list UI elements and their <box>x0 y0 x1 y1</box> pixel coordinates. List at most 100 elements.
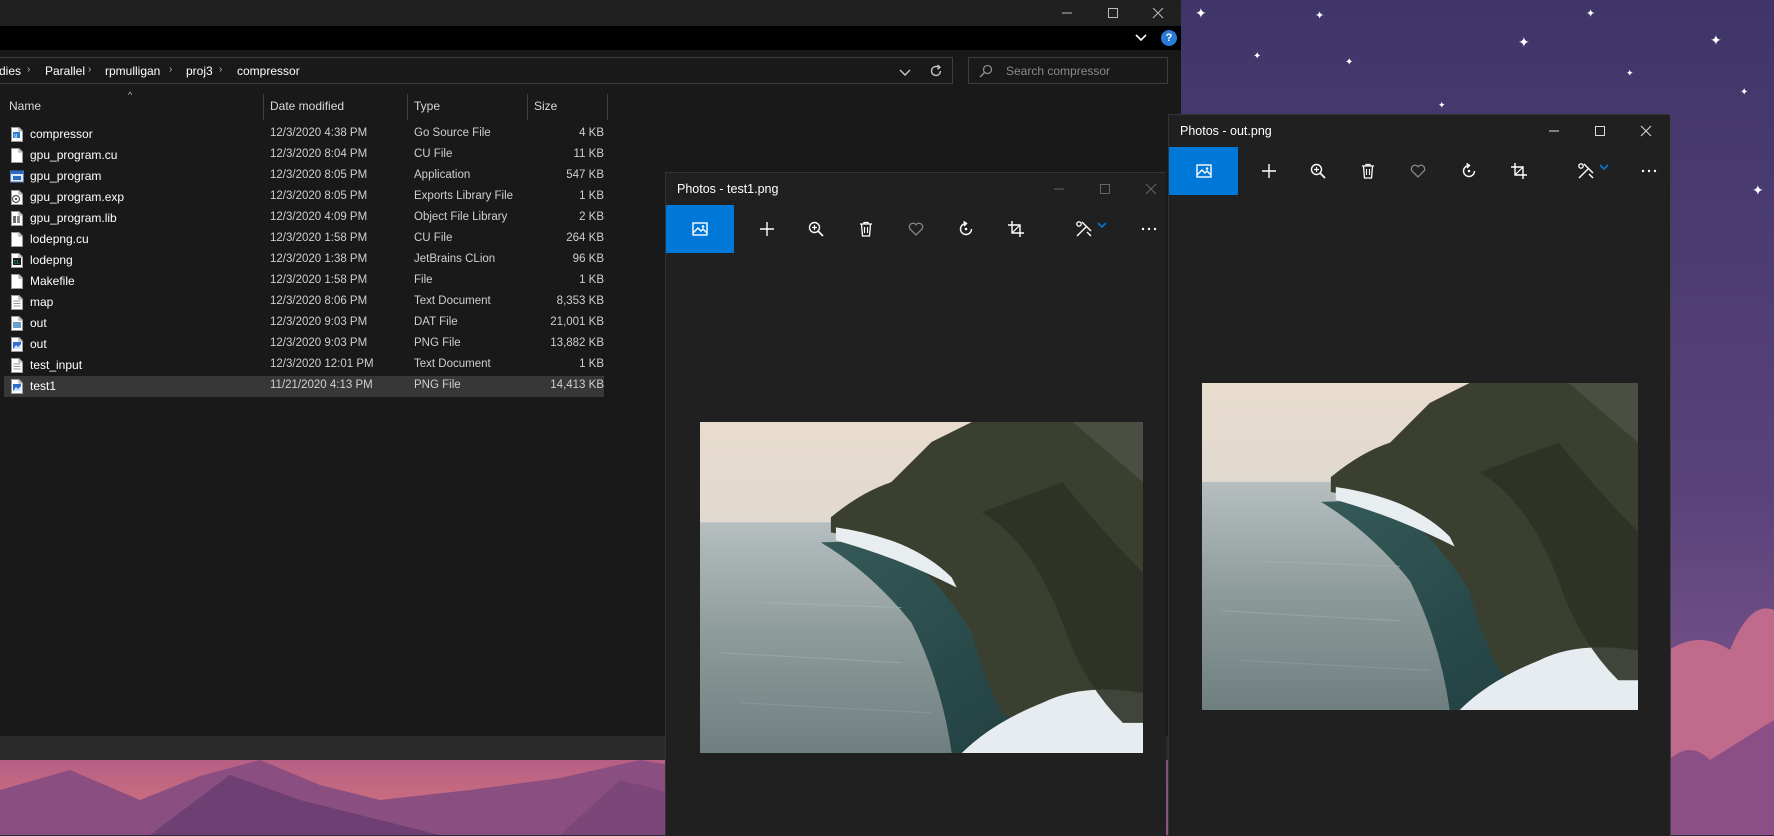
file-name: gpu_program <box>30 169 102 183</box>
window-title: Photos - test1.png <box>677 182 779 196</box>
column-header-date[interactable]: Date modified <box>264 92 407 120</box>
file-type: Text Document <box>414 295 491 307</box>
zoom-button[interactable] <box>793 205 839 253</box>
maximize-button[interactable] <box>1090 0 1136 26</box>
text-file-icon <box>11 295 23 310</box>
column-header-name[interactable]: Name <box>3 92 263 120</box>
address-history-button[interactable] <box>899 66 913 78</box>
minimize-button[interactable] <box>1531 115 1577 147</box>
text-file-icon <box>11 358 23 373</box>
lake-photo-image <box>700 422 1143 753</box>
column-divider[interactable] <box>607 94 608 120</box>
file-row[interactable]: g compressor 12/3/2020 4:38 PM Go Source Fi… <box>4 124 604 145</box>
file-row[interactable]: gpu_program.lib 12/3/2020 4:09 PM Object F… <box>4 208 604 229</box>
file-row[interactable]: Makefile 12/3/2020 1:58 PM File 1 KB <box>4 271 604 292</box>
close-button[interactable] <box>1135 0 1181 26</box>
add-button[interactable] <box>744 205 790 253</box>
file-size: 264 KB <box>566 232 604 244</box>
file-date-modified: 12/3/2020 1:58 PM <box>270 274 368 286</box>
add-button[interactable] <box>1246 147 1292 195</box>
breadcrumb-item[interactable]: Parallel <box>45 64 85 78</box>
column-headers: ^ Name Date modified Type Size <box>0 90 610 120</box>
breadcrumb-item[interactable]: compressor <box>237 64 300 78</box>
file-row[interactable]: out 12/3/2020 9:03 PM DAT File 21,001 KB <box>4 313 604 334</box>
file-row[interactable]: gpu_program 12/3/2020 8:05 PM Application 5… <box>4 166 604 187</box>
crop-button[interactable] <box>1496 147 1542 195</box>
file-type: Application <box>414 169 471 181</box>
explorer-titlebar[interactable] <box>0 0 1181 26</box>
file-name: map <box>30 295 54 309</box>
file-size: 21,001 KB <box>550 316 604 328</box>
delete-button[interactable] <box>1345 147 1391 195</box>
png-file-icon <box>11 379 23 394</box>
breadcrumb-separator-icon: › <box>88 64 92 75</box>
favorite-button[interactable] <box>893 205 939 253</box>
file-date-modified: 12/3/2020 12:01 PM <box>270 358 374 370</box>
breadcrumb-separator-icon: › <box>219 64 223 75</box>
close-button[interactable] <box>1623 115 1669 147</box>
see-all-photos-button[interactable] <box>1169 147 1238 195</box>
help-button[interactable]: ? <box>1161 30 1177 46</box>
maximize-button[interactable] <box>1577 115 1623 147</box>
crop-button[interactable] <box>993 205 1039 253</box>
close-button[interactable] <box>1128 173 1166 205</box>
maximize-icon <box>1108 8 1118 18</box>
address-bar[interactable]: dies › Parallel › rpmulligan › proj3 › c… <box>0 57 953 84</box>
rotate-button[interactable] <box>943 205 989 253</box>
minimize-button[interactable] <box>1044 0 1090 26</box>
file-row[interactable]: test1 11/21/2020 4:13 PM PNG File 14,413 KB <box>4 376 604 397</box>
file-row[interactable]: map 12/3/2020 8:06 PM Text Document 8,353 K… <box>4 292 604 313</box>
file-type: PNG File <box>414 337 461 349</box>
star: ✦ <box>1253 51 1262 62</box>
file-row[interactable]: out 12/3/2020 9:03 PM PNG File 13,882 KB <box>4 334 604 355</box>
file-icon <box>11 274 23 289</box>
file-size: 547 KB <box>566 169 604 181</box>
photos-titlebar[interactable]: Photos - out.png <box>1169 115 1670 147</box>
edit-button[interactable] <box>1064 205 1118 253</box>
zoom-icon <box>808 221 824 237</box>
file-name: out <box>30 337 47 351</box>
minimize-button[interactable] <box>1036 173 1082 205</box>
breadcrumb-separator-icon: › <box>169 64 173 75</box>
photos-titlebar[interactable]: Photos - test1.png <box>666 173 1166 205</box>
file-row[interactable]: gpu_program.cu 12/3/2020 8:04 PM CU File 11… <box>4 145 604 166</box>
file-date-modified: 12/3/2020 4:38 PM <box>270 127 368 139</box>
edit-button[interactable] <box>1566 147 1620 195</box>
crop-icon <box>1511 163 1527 179</box>
star: ✦ <box>1710 33 1722 49</box>
file-size: 8,353 KB <box>556 295 604 307</box>
file-name: Makefile <box>30 274 75 288</box>
favorite-button[interactable] <box>1395 147 1441 195</box>
file-name: gpu_program.exp <box>30 190 125 204</box>
refresh-button[interactable] <box>929 64 945 80</box>
maximize-button[interactable] <box>1082 173 1128 205</box>
column-header-type[interactable]: Type <box>408 92 527 120</box>
file-size: 13,882 KB <box>550 337 604 349</box>
see-all-photos-button[interactable] <box>666 205 734 253</box>
expand-ribbon-button[interactable] <box>1133 30 1149 46</box>
file-row[interactable]: gpu_program.exp 12/3/2020 8:05 PM Exports … <box>4 187 604 208</box>
file-row[interactable]: CL lodepng 12/3/2020 1:38 PM JetBrains CLio… <box>4 250 604 271</box>
add-icon <box>760 222 774 236</box>
more-button[interactable] <box>1128 205 1166 253</box>
zoom-button[interactable] <box>1295 147 1341 195</box>
rotate-button[interactable] <box>1446 147 1492 195</box>
maximize-icon <box>1595 126 1605 136</box>
add-icon <box>1262 164 1276 178</box>
edit-icon <box>1578 163 1594 179</box>
column-header-size[interactable]: Size <box>528 92 608 120</box>
file-size: 4 KB <box>579 127 604 139</box>
file-row[interactable]: lodepng.cu 12/3/2020 1:58 PM CU File 264 KB <box>4 229 604 250</box>
edit-icon <box>1076 221 1092 237</box>
minimize-icon <box>1054 188 1064 190</box>
chevron-down-icon <box>1097 222 1107 229</box>
application-icon <box>10 170 24 183</box>
search-input[interactable]: Search compressor <box>968 57 1168 84</box>
more-button[interactable] <box>1629 147 1669 195</box>
file-row[interactable]: test_input 12/3/2020 12:01 PM Text Documen… <box>4 355 604 376</box>
breadcrumb-item[interactable]: dies <box>0 64 21 78</box>
chevron-down-icon <box>899 69 911 76</box>
breadcrumb-item[interactable]: proj3 <box>186 64 213 78</box>
breadcrumb-item[interactable]: rpmulligan <box>105 64 160 78</box>
delete-button[interactable] <box>843 205 889 253</box>
